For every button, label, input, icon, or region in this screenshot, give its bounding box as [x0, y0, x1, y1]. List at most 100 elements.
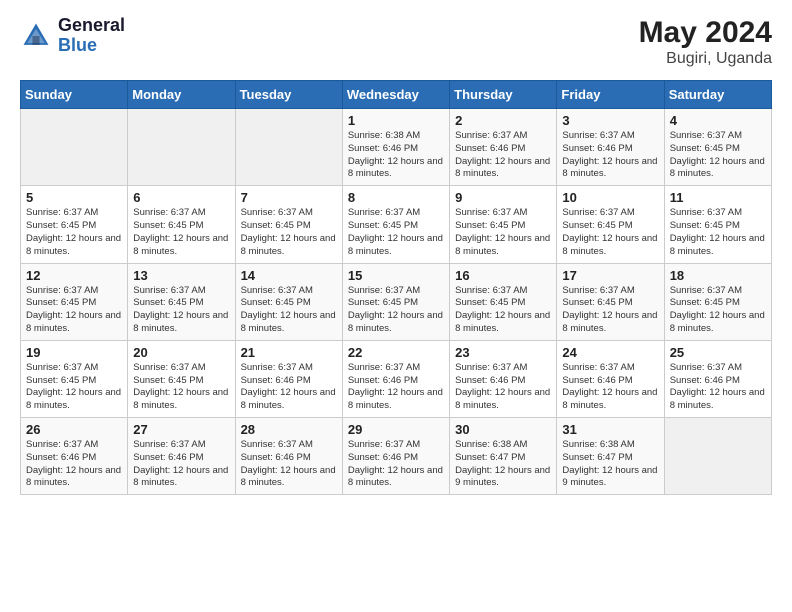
day-number: 30 [455, 422, 551, 437]
location: Bugiri, Uganda [639, 50, 772, 68]
sunset-text: Sunset: 6:45 PM [26, 297, 96, 308]
sunset-text: Sunset: 6:46 PM [26, 452, 96, 463]
sunrise-text: Sunrise: 6:37 AM [348, 439, 420, 450]
sunset-text: Sunset: 6:46 PM [348, 143, 418, 154]
calendar-cell: 9Sunrise: 6:37 AMSunset: 6:45 PMDaylight… [450, 186, 557, 263]
calendar-week-2: 12Sunrise: 6:37 AMSunset: 6:45 PMDayligh… [21, 263, 772, 340]
sunset-text: Sunset: 6:45 PM [133, 375, 203, 386]
calendar-cell: 27Sunrise: 6:37 AMSunset: 6:46 PMDayligh… [128, 418, 235, 495]
sunset-text: Sunset: 6:46 PM [455, 375, 525, 386]
sunset-text: Sunset: 6:45 PM [26, 375, 96, 386]
sunset-text: Sunset: 6:46 PM [670, 375, 740, 386]
sunrise-text: Sunrise: 6:37 AM [26, 439, 98, 450]
sunset-text: Sunset: 6:45 PM [455, 220, 525, 231]
calendar-cell: 18Sunrise: 6:37 AMSunset: 6:45 PMDayligh… [664, 263, 771, 340]
sunrise-text: Sunrise: 6:37 AM [455, 362, 527, 373]
sunrise-text: Sunrise: 6:37 AM [670, 362, 742, 373]
weekday-tuesday: Tuesday [235, 81, 342, 109]
calendar-week-1: 5 Sunrise: 6:37 AMSunset: 6:45 PMDaylight… [21, 186, 772, 263]
weekday-friday: Friday [557, 81, 664, 109]
sunset-text: Sunset: 6:46 PM [455, 143, 525, 154]
day-info: Sunrise: 6:37 AMSunset: 6:46 PMDaylight:… [455, 362, 551, 413]
sunset-text: Sunset: 6:45 PM [241, 297, 311, 308]
sunset-text: Sunset: 6:45 PM [562, 220, 632, 231]
daylight-text: Daylight: 12 hours and 8 minutes. [348, 387, 443, 411]
day-info: Sunrise: 6:37 AMSunset: 6:45 PMDaylight:… [348, 285, 444, 336]
day-number: 1 [348, 113, 444, 128]
calendar-cell: 3Sunrise: 6:37 AMSunset: 6:46 PMDaylight… [557, 109, 664, 186]
sunrise-text: Sunrise: 6:37 AM [562, 362, 634, 373]
day-number: 26 [26, 422, 122, 437]
daylight-text: Daylight: 12 hours and 8 minutes. [562, 233, 657, 257]
weekday-sunday: Sunday [21, 81, 128, 109]
sunset-text: Sunset: 6:45 PM [670, 297, 740, 308]
day-info: Sunrise: 6:37 AMSunset: 6:45 PMDaylight:… [241, 207, 337, 258]
calendar-cell: 11Sunrise: 6:37 AMSunset: 6:45 PMDayligh… [664, 186, 771, 263]
calendar-header: Sunday Monday Tuesday Wednesday Thursday… [21, 81, 772, 109]
sunset-text: Sunset: 6:45 PM [670, 220, 740, 231]
sunrise-text: Sunrise: 6:37 AM [455, 285, 527, 296]
day-number: 19 [26, 345, 122, 360]
logo-text: General Blue [58, 16, 125, 56]
sunrise-text: Sunrise: 6:37 AM [670, 130, 742, 141]
calendar-week-3: 19Sunrise: 6:37 AMSunset: 6:45 PMDayligh… [21, 340, 772, 417]
day-number: 21 [241, 345, 337, 360]
calendar-cell: 28 Sunrise: 6:37 AMSunset: 6:46 PMDayligh… [235, 418, 342, 495]
calendar-cell: 31 Sunrise: 6:38 AM Sunset: 6:47 PM Dayligh… [557, 418, 664, 495]
day-number: 9 [455, 190, 551, 205]
day-number: 5 [26, 190, 122, 205]
sunset-text: Sunset: 6:47 PM [562, 452, 632, 463]
calendar-cell: 8Sunrise: 6:37 AMSunset: 6:45 PMDaylight… [342, 186, 449, 263]
day-info: Sunrise: 6:37 AMSunset: 6:46 PMDaylight:… [26, 439, 122, 490]
weekday-monday: Monday [128, 81, 235, 109]
day-number: 31 [562, 422, 658, 437]
calendar-week-0: 1Sunrise: 6:38 AMSunset: 6:46 PMDaylight… [21, 109, 772, 186]
calendar-cell: 17Sunrise: 6:37 AMSunset: 6:45 PMDayligh… [557, 263, 664, 340]
sunrise-text: Sunrise: 6:38 AM [455, 439, 527, 450]
daylight-text: Daylight: 12 hours and 9 minutes. [455, 465, 550, 489]
calendar-cell: 25Sunrise: 6:37 AMSunset: 6:46 PMDayligh… [664, 340, 771, 417]
sunrise-text: Sunrise: 6:37 AM [670, 285, 742, 296]
sunset-text: Sunset: 6:46 PM [133, 452, 203, 463]
sunset-text: Sunset: 6:45 PM [241, 220, 311, 231]
sunrise-text: Sunrise: 6:37 AM [562, 130, 634, 141]
daylight-text: Daylight: 12 hours and 9 minutes. [562, 465, 657, 489]
calendar-cell: 13Sunrise: 6:37 AMSunset: 6:45 PMDayligh… [128, 263, 235, 340]
sunrise-text: Sunrise: 6:37 AM [562, 285, 634, 296]
month-year: May 2024 [639, 16, 772, 50]
calendar-cell: 19 Sunrise: 6:37 AMSunset: 6:45 PMDayligh… [21, 340, 128, 417]
weekday-row: Sunday Monday Tuesday Wednesday Thursday… [21, 81, 772, 109]
daylight-text: Daylight: 12 hours and 8 minutes. [133, 310, 228, 334]
daylight-text: Daylight: 12 hours and 8 minutes. [562, 310, 657, 334]
day-number: 20 [133, 345, 229, 360]
day-number: 24 [562, 345, 658, 360]
day-number: 28 [241, 422, 337, 437]
calendar-cell: 23Sunrise: 6:37 AMSunset: 6:46 PMDayligh… [450, 340, 557, 417]
sunrise-text: Sunrise: 6:38 AM [562, 439, 634, 450]
sunset-text: Sunset: 6:45 PM [670, 143, 740, 154]
sunset-text: Sunset: 6:45 PM [348, 297, 418, 308]
day-number: 17 [562, 268, 658, 283]
day-info: Sunrise: 6:37 AMSunset: 6:45 PMDaylight:… [26, 362, 122, 413]
calendar-cell: 15 Sunrise: 6:37 AMSunset: 6:45 PMDayligh… [342, 263, 449, 340]
day-number: 15 [348, 268, 444, 283]
day-info: Sunrise: 6:37 AMSunset: 6:45 PMDaylight:… [670, 130, 766, 181]
daylight-text: Daylight: 12 hours and 8 minutes. [670, 387, 765, 411]
calendar-body: 1Sunrise: 6:38 AMSunset: 6:46 PMDaylight… [21, 109, 772, 495]
day-info: Sunrise: 6:37 AMSunset: 6:46 PMDaylight:… [455, 130, 551, 181]
day-info: Sunrise: 6:37 AMSunset: 6:45 PMDaylight:… [133, 362, 229, 413]
page: General Blue May 2024 Bugiri, Uganda Sun… [0, 0, 792, 612]
calendar-cell [128, 109, 235, 186]
day-info: Sunrise: 6:37 AMSunset: 6:45 PMDaylight:… [670, 207, 766, 258]
day-info: Sunrise: 6:37 AMSunset: 6:46 PMDaylight:… [348, 362, 444, 413]
calendar-cell: 6Sunrise: 6:37 AMSunset: 6:45 PMDaylight… [128, 186, 235, 263]
calendar-cell: 21 Sunrise: 6:37 AMSunset: 6:46 PMDayligh… [235, 340, 342, 417]
daylight-text: Daylight: 12 hours and 8 minutes. [133, 387, 228, 411]
sunset-text: Sunset: 6:45 PM [348, 220, 418, 231]
day-number: 13 [133, 268, 229, 283]
weekday-thursday: Thursday [450, 81, 557, 109]
day-number: 23 [455, 345, 551, 360]
sunset-text: Sunset: 6:46 PM [241, 452, 311, 463]
day-info: Sunrise: 6:37 AMSunset: 6:46 PMDaylight:… [241, 439, 337, 490]
day-info: Sunrise: 6:37 AMSunset: 6:46 PMDaylight:… [241, 362, 337, 413]
